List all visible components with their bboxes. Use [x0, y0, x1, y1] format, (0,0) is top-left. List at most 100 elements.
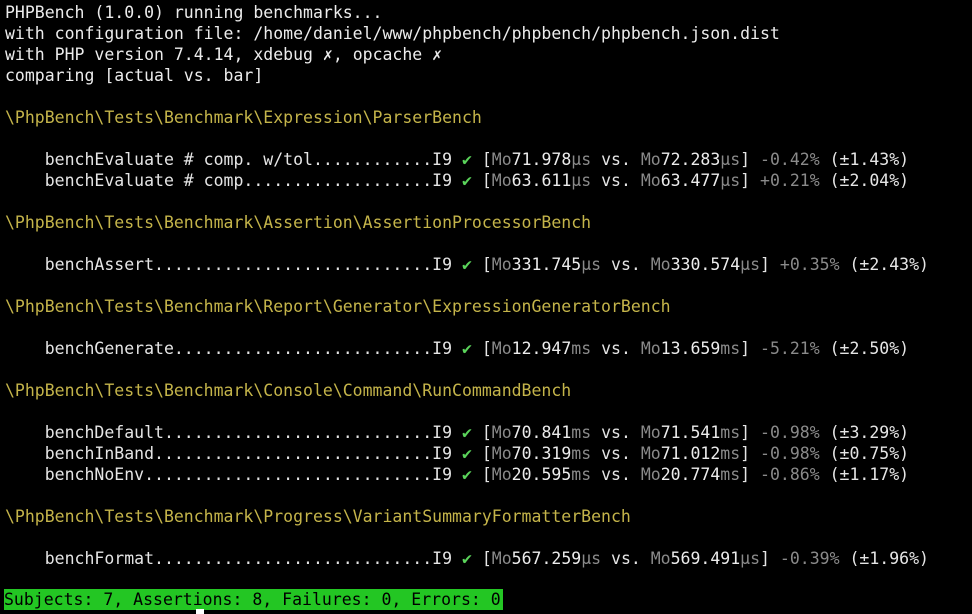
subject-name: benchDefault...........................I…	[5, 423, 462, 442]
unit-label: ms	[720, 423, 741, 442]
bracket: [	[471, 423, 492, 442]
benchmark-class-heading: \PhpBench\Tests\Benchmark\Assertion\Asse…	[5, 213, 592, 232]
baseline-value: 71.012	[660, 444, 721, 463]
diff-percent: -0.98%	[760, 444, 820, 463]
check-icon: ✔	[461, 150, 472, 169]
rstdev-percent: (±3.29%)	[819, 423, 910, 442]
subject-name: benchInBand............................I…	[5, 444, 462, 463]
actual-value: 63.611	[511, 171, 572, 190]
actual-value: 71.978	[511, 150, 572, 169]
diff-percent: -0.39%	[779, 549, 840, 568]
mode-label: Mo	[491, 150, 512, 169]
diff-percent: +0.35%	[779, 255, 840, 274]
baseline-value: 569.491	[670, 549, 741, 568]
check-icon: ✔	[461, 549, 472, 568]
bracket: [	[471, 465, 492, 484]
mode-label: Mo	[491, 444, 512, 463]
xdebug-cross-icon: ✗	[322, 45, 333, 64]
diff-percent: -0.86%	[760, 465, 820, 484]
vs-label: vs.	[601, 255, 651, 274]
check-icon: ✔	[461, 339, 472, 358]
subject-name: benchEvaluate # comp...................I…	[5, 171, 462, 190]
summary-status-bar: Subjects: 7, Assertions: 8, Failures: 0,…	[4, 589, 503, 610]
vs-label: vs.	[591, 444, 641, 463]
mode-label: Mo	[640, 465, 661, 484]
baseline-value: 71.541	[660, 423, 721, 442]
unit-label: ms	[571, 465, 592, 484]
rstdev-percent: (±2.50%)	[819, 339, 910, 358]
unit-label: μs	[571, 150, 592, 169]
mode-label: Mo	[491, 465, 512, 484]
benchmark-result-row: benchDefault...........................I…	[5, 422, 909, 443]
actual-value: 331.745	[511, 255, 582, 274]
bracket: ]	[740, 465, 761, 484]
unit-label: μs	[740, 549, 761, 568]
diff-percent: -5.21%	[760, 339, 820, 358]
actual-value: 12.947	[511, 339, 572, 358]
subject-name: benchNoEnv.............................I…	[5, 465, 462, 484]
opcache-label: , opcache	[332, 45, 433, 64]
actual-value: 70.319	[511, 444, 572, 463]
baseline-value: 13.659	[660, 339, 721, 358]
unit-label: μs	[581, 549, 602, 568]
php-version-text: with PHP version 7.4.14, xdebug	[5, 45, 323, 64]
unit-label: μs	[720, 171, 741, 190]
subject-name: benchGenerate..........................I…	[5, 339, 462, 358]
mode-label: Mo	[491, 255, 512, 274]
mode-label: Mo	[491, 549, 512, 568]
bracket: ]	[740, 423, 761, 442]
bracket: ]	[740, 444, 761, 463]
baseline-value: 20.774	[660, 465, 721, 484]
benchmark-class-heading: \PhpBench\Tests\Benchmark\Expression\Par…	[5, 108, 482, 127]
actual-value: 20.595	[511, 465, 572, 484]
mode-label: Mo	[650, 255, 671, 274]
benchmark-class-heading: \PhpBench\Tests\Benchmark\Report\Generat…	[5, 297, 671, 316]
unit-label: ms	[571, 339, 592, 358]
diff-percent: -0.42%	[760, 150, 820, 169]
mode-label: Mo	[640, 339, 661, 358]
unit-label: μs	[581, 255, 602, 274]
check-icon: ✔	[461, 465, 472, 484]
benchmark-result-row: benchInBand............................I…	[5, 443, 909, 464]
header-line-title: PHPBench (1.0.0) running benchmarks...	[5, 3, 383, 22]
check-icon: ✔	[461, 171, 472, 190]
diff-percent: -0.98%	[760, 423, 820, 442]
unit-label: μs	[720, 150, 741, 169]
header-line-php: with PHP version 7.4.14, xdebug ✗, opcac…	[5, 44, 442, 65]
bracket: ]	[740, 150, 761, 169]
rstdev-percent: (±0.75%)	[819, 444, 910, 463]
mode-label: Mo	[650, 549, 671, 568]
mode-label: Mo	[491, 171, 512, 190]
unit-label: μs	[740, 255, 761, 274]
unit-label: μs	[571, 171, 592, 190]
bracket: ]	[740, 171, 761, 190]
header-line-comparing: comparing [actual vs. bar]	[5, 66, 264, 85]
mode-label: Mo	[491, 423, 512, 442]
unit-label: ms	[720, 444, 741, 463]
baseline-value: 63.477	[660, 171, 721, 190]
bracket: [	[471, 150, 492, 169]
rstdev-percent: (±2.43%)	[839, 255, 929, 274]
vs-label: vs.	[601, 549, 651, 568]
rstdev-percent: (±2.04%)	[819, 171, 910, 190]
bracket: ]	[740, 339, 761, 358]
check-icon: ✔	[461, 255, 472, 274]
bracket: [	[471, 255, 492, 274]
mode-label: Mo	[640, 150, 661, 169]
actual-value: 567.259	[511, 549, 582, 568]
vs-label: vs.	[591, 339, 641, 358]
vs-label: vs.	[591, 150, 641, 169]
benchmark-result-row: benchEvaluate # comp...................I…	[5, 170, 909, 191]
bracket: ]	[760, 255, 780, 274]
bracket: [	[471, 171, 492, 190]
unit-label: ms	[571, 444, 592, 463]
unit-label: ms	[720, 339, 741, 358]
header-line-config: with configuration file: /home/daniel/ww…	[5, 24, 780, 43]
vs-label: vs.	[591, 423, 641, 442]
bracket: [	[471, 444, 492, 463]
check-icon: ✔	[461, 423, 472, 442]
rstdev-percent: (±1.96%)	[839, 549, 929, 568]
subject-name: benchAssert............................I…	[5, 255, 462, 274]
unit-label: ms	[720, 465, 741, 484]
rstdev-percent: (±1.43%)	[819, 150, 910, 169]
